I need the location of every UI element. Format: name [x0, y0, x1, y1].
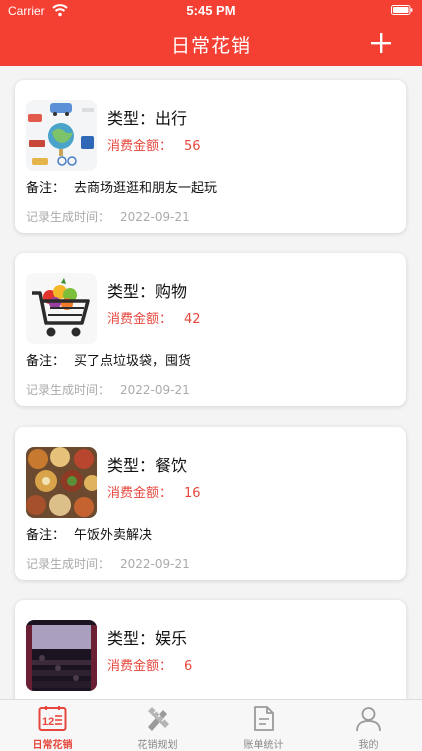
- record-card[interactable]: 类型：餐饮 消费金额： 16 备注： 午饭外卖解决 记录生成时间： 2022-09-2…: [15, 427, 406, 580]
- record-type: 类型：购物: [107, 282, 188, 301]
- travel-image: [26, 100, 97, 171]
- record-time: 记录生成时间： 2022-09-21: [26, 557, 190, 571]
- record-note: 备注： 去商场逛逛和朋友一起玩: [26, 181, 218, 196]
- cinema-image: [26, 620, 97, 691]
- record-card[interactable]: 类型：娱乐 消费金额： 6: [15, 600, 406, 699]
- svg-text:12: 12: [42, 716, 54, 728]
- food-image: [26, 447, 97, 518]
- record-amount: 消费金额： 42: [107, 312, 201, 327]
- page-title: 日常花销: [170, 35, 251, 57]
- person-icon: [356, 707, 381, 732]
- record-type: 类型：出行: [107, 109, 188, 128]
- record-type: 类型：娱乐: [107, 629, 188, 648]
- tab-bar: 12 日常花销 花销规划 账单统计 我的: [0, 699, 422, 751]
- battery-icon: [391, 5, 413, 15]
- shopping-cart-image: [26, 273, 97, 344]
- record-list[interactable]: 类型：出行 消费金额： 56 备注： 去商场逛逛和朋友一起玩 记录生成时间： 2022…: [0, 66, 422, 699]
- record-amount: 消费金额： 6: [107, 659, 193, 674]
- tab-label: 账单统计: [243, 740, 284, 751]
- record-type: 类型：餐饮: [107, 456, 188, 475]
- tab-expense-plan[interactable]: 花销规划: [105, 700, 210, 751]
- document-icon: [254, 706, 274, 731]
- record-amount: 消费金额： 16: [107, 486, 201, 501]
- record-card[interactable]: 类型：购物 消费金额： 42 备注： 买了点垃圾袋，囤货 记录生成时间： 2022-0…: [15, 253, 406, 406]
- record-note: 备注： 午饭外卖解决: [26, 528, 153, 543]
- tab-mine[interactable]: 我的: [316, 700, 421, 751]
- record-card[interactable]: 类型：出行 消费金额： 56 备注： 去商场逛逛和朋友一起玩 记录生成时间： 2022…: [15, 80, 406, 233]
- calendar-icon: 12: [38, 706, 67, 731]
- tab-label: 我的: [358, 740, 379, 751]
- record-time: 记录生成时间： 2022-09-21: [26, 383, 190, 397]
- tab-label: 日常花销: [32, 740, 73, 751]
- plus-icon[interactable]: [370, 32, 392, 54]
- record-amount: 消费金额： 56: [107, 139, 201, 154]
- tab-label: 花销规划: [137, 740, 178, 751]
- navigation-bar: Carrier 5:45 PM 日常花销: [0, 0, 422, 66]
- status-time: 5:45 PM: [186, 3, 236, 18]
- record-time: 记录生成时间： 2022-09-21: [26, 210, 190, 224]
- tab-daily-expense[interactable]: 12 日常花销: [0, 700, 105, 751]
- ruler-pencil-icon: [148, 707, 169, 731]
- record-note: 备注： 买了点垃圾袋，囤货: [26, 354, 192, 369]
- tab-bill-stats[interactable]: 账单统计: [211, 700, 316, 751]
